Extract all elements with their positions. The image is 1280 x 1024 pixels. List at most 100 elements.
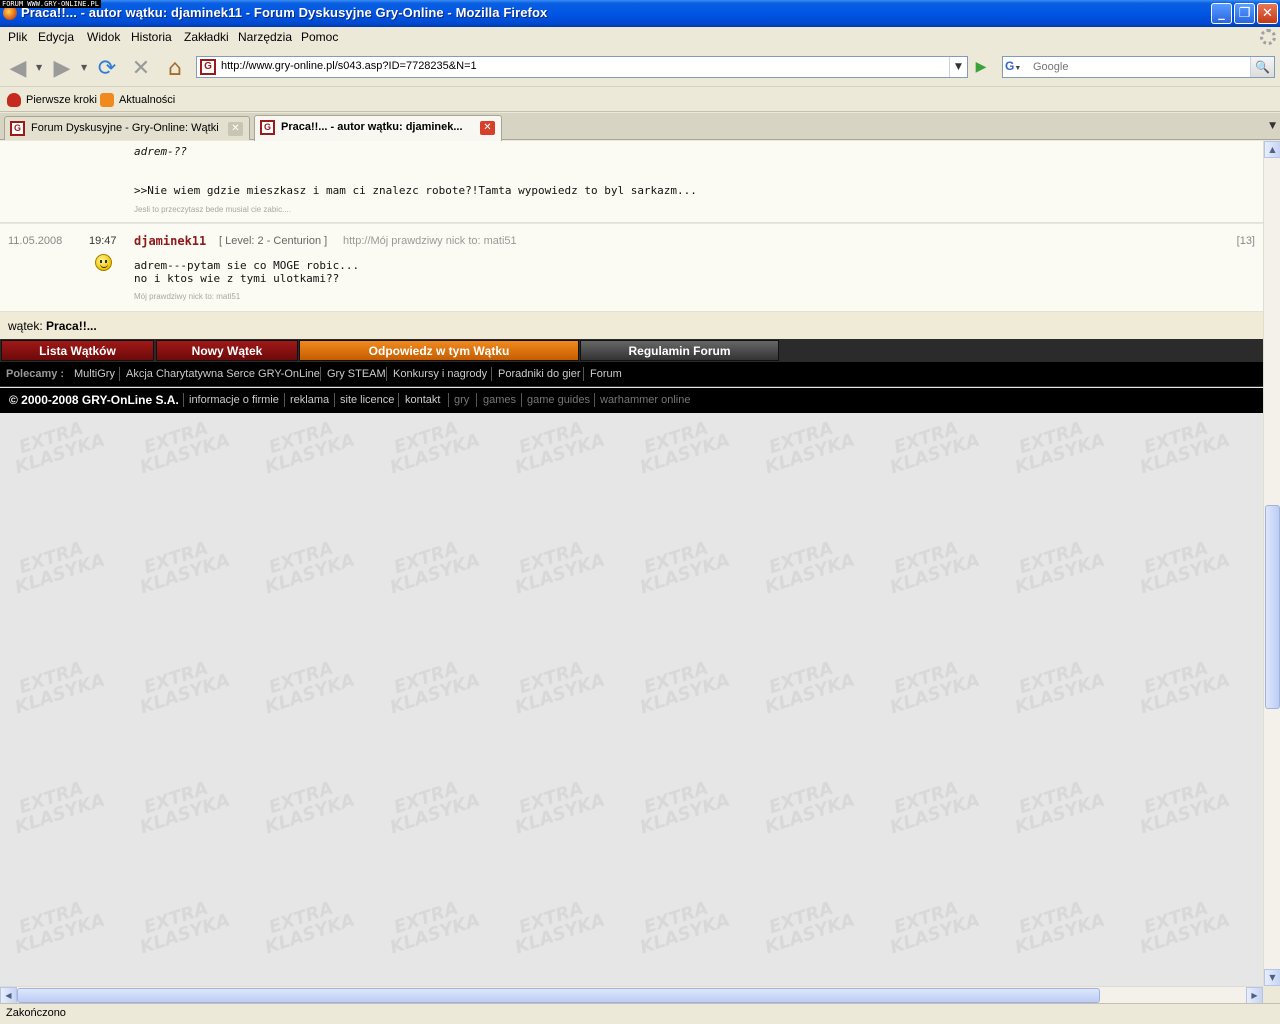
link-site-licence[interactable]: site licence [340,394,394,406]
scroll-up-icon[interactable]: ▲ [1264,141,1280,158]
link-games[interactable]: games [483,394,516,406]
search-button[interactable]: 🔍 [1250,57,1274,77]
menu-zakladki[interactable]: Zakładki [184,30,229,44]
link-forum[interactable]: Forum [590,368,622,380]
scroll-down-icon[interactable]: ▼ [1264,969,1280,986]
link-gry[interactable]: gry [454,394,469,406]
status-text: Zakończono [6,1007,66,1019]
thread-title: wątek: Praca!!... [8,319,97,333]
forum-rules-button[interactable]: Regulamin Forum [580,340,779,361]
post-number[interactable]: [13] [1237,235,1255,247]
post-nick-link[interactable]: http://Mój prawdziwy nick to: mati51 [343,235,517,247]
minimize-button[interactable]: _ [1211,3,1232,24]
url-text[interactable]: http://www.gry-online.pl/s043.asp?ID=772… [221,60,477,72]
reply-button[interactable]: Odpowiedz w tym Wątku [299,340,579,361]
page-footer: © 2000-2008 GRY-OnLine S.A. informacje o… [0,388,1263,413]
divider [386,367,387,381]
horizontal-scroll-thumb[interactable] [17,988,1100,1003]
link-game-guides[interactable]: game guides [527,394,590,406]
tab-close-icon[interactable]: ✕ [228,122,243,136]
search-engine-icon[interactable]: G▼ [1005,59,1031,75]
link-multigry[interactable]: MultiGry [74,368,115,380]
menu-widok[interactable]: Widok [87,30,120,44]
post-author[interactable]: djaminek11 [134,234,206,248]
link-gry-steam[interactable]: Gry STEAM [327,368,386,380]
recommended-label: Polecamy : [6,368,65,380]
throbber-icon [1260,29,1276,45]
scroll-right-icon[interactable]: ▶ [1246,987,1263,1004]
new-thread-button[interactable]: Nowy Wątek [156,340,298,361]
forward-dropdown-icon[interactable]: ▼ [81,63,87,72]
tab-close-icon[interactable]: ✕ [480,121,495,135]
tab-bar: G Forum Dyskusyjne - Gry-Online: Wątki ✕… [0,113,1280,141]
link-akcja-charytatywna[interactable]: Akcja Charytatywna Serce GRY-OnLine [126,368,320,380]
vertical-scrollbar[interactable]: ▲ ▼ [1263,141,1280,986]
post-signature: Jesli to przeczytasz bede musial cie zab… [134,205,291,214]
link-warhammer-online[interactable]: warhammer online [600,394,690,406]
menu-bar: Plik Edycja Widok Historia Zakładki Narz… [0,27,1280,47]
forward-button[interactable]: ▶ [49,55,75,81]
link-konkursy[interactable]: Konkursy i nagrody [393,368,487,380]
divider [594,393,595,407]
divider [334,393,335,407]
scroll-left-icon[interactable]: ◀ [0,987,17,1004]
tab-favicon-icon: G [260,120,275,135]
tab-praca-thread[interactable]: G Praca!!... - autor wątku: djaminek... … [254,115,502,141]
forum-post: adrem-?? >>Nie wiem gdzie mieszkasz i ma… [0,141,1263,223]
reload-button[interactable]: ⟳ [94,55,120,81]
site-favicon-icon: G [200,59,216,75]
link-poradniki[interactable]: Poradniki do gier [498,368,581,380]
menu-edycja[interactable]: Edycja [38,30,74,44]
scrollbar-corner [1263,986,1280,1003]
menu-pomoc[interactable]: Pomoc [301,30,338,44]
tab-forum-watki[interactable]: G Forum Dyskusyjne - Gry-Online: Wątki ✕ [4,116,250,140]
forum-post: 11.05.2008 19:47 djaminek11 [ Level: 2 -… [0,224,1263,312]
post-line: >>Nie wiem gdzie mieszkasz i mam ci znal… [134,184,697,197]
tab-favicon-icon: G [10,121,25,136]
firefox-bookmark-icon [7,93,21,107]
link-informacje-o-firmie[interactable]: informacje o firmie [189,394,279,406]
home-button[interactable]: ⌂ [162,55,188,81]
divider [521,393,522,407]
search-input[interactable] [1033,58,1251,76]
menu-plik[interactable]: Plik [8,30,27,44]
bookmarks-toolbar: Pierwsze kroki Aktualności [0,88,1280,112]
stop-button[interactable]: ✕ [128,55,154,81]
back-dropdown-icon[interactable]: ▼ [36,63,42,72]
page-content: adrem-?? >>Nie wiem gdzie mieszkasz i ma… [0,141,1263,986]
thread-list-button[interactable]: Lista Wątków [1,340,154,361]
recommended-links-bar: Polecamy : MultiGry Akcja Charytatywna S… [0,362,1263,387]
tab-list-dropdown-icon[interactable]: ▼ [1269,121,1276,131]
window-titlebar: FORUM WWW.GRY-ONLINE.PL Praca!!... - aut… [0,0,1280,27]
search-bar: G▼ 🔍 [1002,56,1275,78]
background-pattern [0,413,1263,986]
back-button[interactable]: ◀ [5,55,31,81]
vertical-scroll-thumb[interactable] [1265,505,1280,709]
divider [476,393,477,407]
url-bar[interactable]: G http://www.gry-online.pl/s043.asp?ID=7… [196,56,968,78]
post-level: [ Level: 2 - Centurion ] [219,235,328,247]
bookmark-aktualnosci[interactable]: Aktualności [100,93,175,107]
divider [491,367,492,381]
post-line: no i ktos wie z tymi ulotkami?? [134,272,340,285]
window-title: Praca!!... - autor wątku: djaminek11 - F… [21,5,548,20]
menu-narzedzia[interactable]: Narzędzia [238,30,292,44]
divider [284,393,285,407]
divider [183,393,184,407]
forum-action-bar: Lista Wątków Nowy Wątek Odpowiedz w tym … [0,339,1263,362]
menu-historia[interactable]: Historia [131,30,172,44]
maximize-button[interactable]: ❐ [1234,3,1255,24]
post-time: 19:47 [89,235,117,247]
rss-feed-icon [100,93,114,107]
bookmark-pierwsze-kroki[interactable]: Pierwsze kroki [7,93,97,107]
go-button[interactable]: ▶ [971,58,991,76]
link-reklama[interactable]: reklama [290,394,329,406]
post-line: adrem---pytam sie co MOGE robic... [134,259,360,272]
link-kontakt[interactable]: kontakt [405,394,440,406]
url-history-dropdown-icon[interactable]: ▼ [949,57,967,77]
divider [119,367,120,381]
post-date: 11.05.2008 [8,235,63,247]
divider [448,393,449,407]
horizontal-scrollbar[interactable]: ◀ ▶ [0,986,1263,1004]
close-button[interactable]: ✕ [1257,3,1278,24]
